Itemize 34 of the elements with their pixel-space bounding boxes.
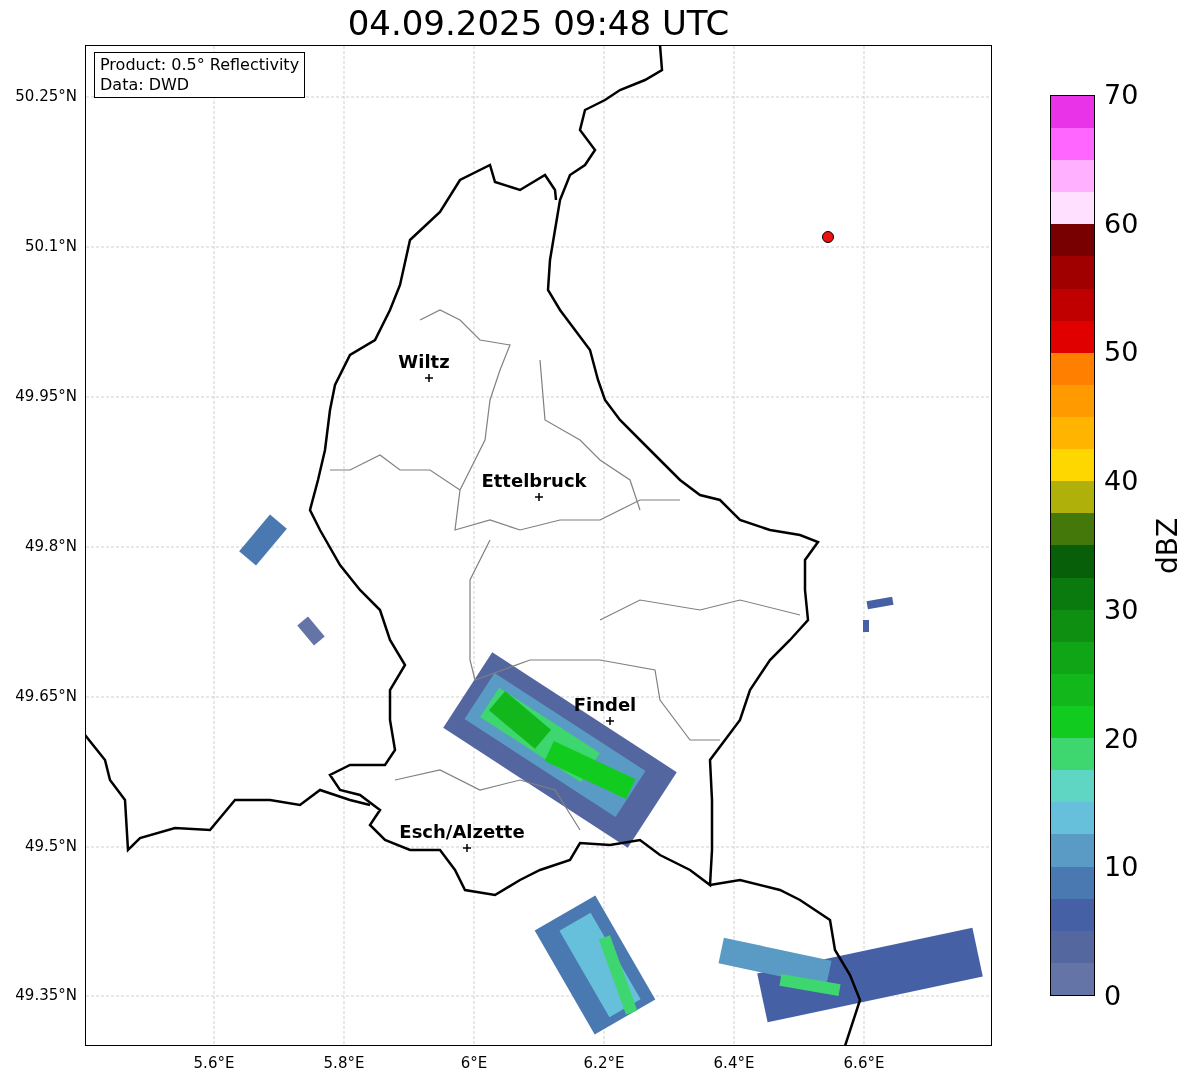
latitude-label: 49.35°N xyxy=(15,988,77,1003)
longitude-label: 5.6°E xyxy=(193,1056,235,1071)
city-marker-icon xyxy=(605,716,615,726)
colorbar-tick-label: 70 xyxy=(1104,81,1139,108)
colorbar-tick-label: 50 xyxy=(1104,338,1139,366)
city-label: Findel xyxy=(573,694,637,715)
colorbar-tick-label: 30 xyxy=(1104,595,1139,623)
city-label: Esch/Alzette xyxy=(399,821,525,842)
city-label: Ettelbruck xyxy=(481,470,587,491)
colorbar-tick-label: 10 xyxy=(1104,853,1139,881)
colorbar-tick-label: 0 xyxy=(1104,982,1122,1009)
latitude-label: 49.8°N xyxy=(24,539,77,554)
latitude-label: 50.25°N xyxy=(15,89,77,104)
colorbar-tick-label: 60 xyxy=(1104,209,1139,237)
longitude-label: 6.6°E xyxy=(843,1056,885,1071)
longitude-label: 6°E xyxy=(460,1056,488,1071)
info-text: Data: DWD xyxy=(100,75,191,95)
longitude-label: 5.8°E xyxy=(323,1056,365,1071)
longitude-label: 6.2°E xyxy=(583,1056,625,1071)
city-marker-icon xyxy=(424,373,434,383)
city-label: Wiltz xyxy=(398,351,450,372)
colorbar-tick-label: 40 xyxy=(1104,467,1139,495)
info-text: Product: 0.5° Reflectivity xyxy=(100,55,300,75)
location-dot-icon xyxy=(822,231,834,243)
latitude-label: 49.5°N xyxy=(24,839,77,854)
colorbar-label: dBZ xyxy=(1154,517,1183,575)
colorbar-tick-label: 20 xyxy=(1104,724,1139,752)
map-title: 04.09.2025 09:48 UTC xyxy=(347,5,730,40)
latitude-label: 49.65°N xyxy=(15,689,77,704)
latitude-label: 50.1°N xyxy=(24,239,77,254)
longitude-label: 6.4°E xyxy=(713,1056,755,1071)
latitude-label: 49.95°N xyxy=(15,389,77,404)
city-marker-icon xyxy=(462,843,472,853)
city-marker-icon xyxy=(534,492,544,502)
